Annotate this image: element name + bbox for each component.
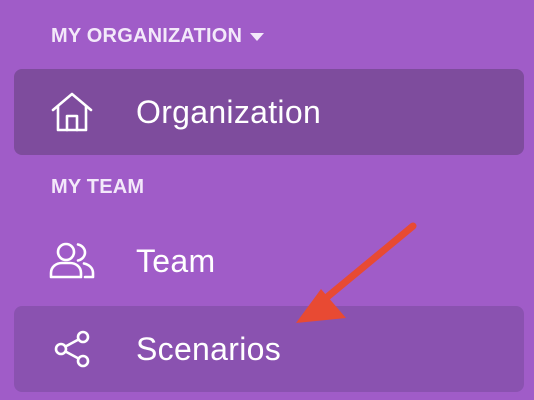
sidebar: MY ORGANIZATION Organization MY TEAM Tea… — [0, 0, 534, 400]
section-header-label: MY ORGANIZATION — [51, 25, 243, 47]
sidebar-item-label: Scenarios — [136, 331, 281, 367]
section-header-label: MY TEAM — [51, 176, 145, 198]
share-icon — [48, 325, 96, 373]
sidebar-item-label: Team — [136, 243, 216, 279]
home-icon — [48, 88, 96, 136]
caret-down-icon — [250, 33, 265, 41]
sidebar-item-organization[interactable]: Organization — [14, 69, 524, 155]
my-team-header: MY TEAM — [51, 175, 144, 199]
my-organization-dropdown[interactable]: MY ORGANIZATION — [51, 24, 265, 48]
sidebar-item-label: Organization — [136, 94, 322, 130]
sidebar-item-scenarios[interactable]: Scenarios — [14, 306, 524, 392]
sidebar-item-team[interactable]: Team — [14, 218, 524, 304]
users-icon — [48, 237, 96, 285]
